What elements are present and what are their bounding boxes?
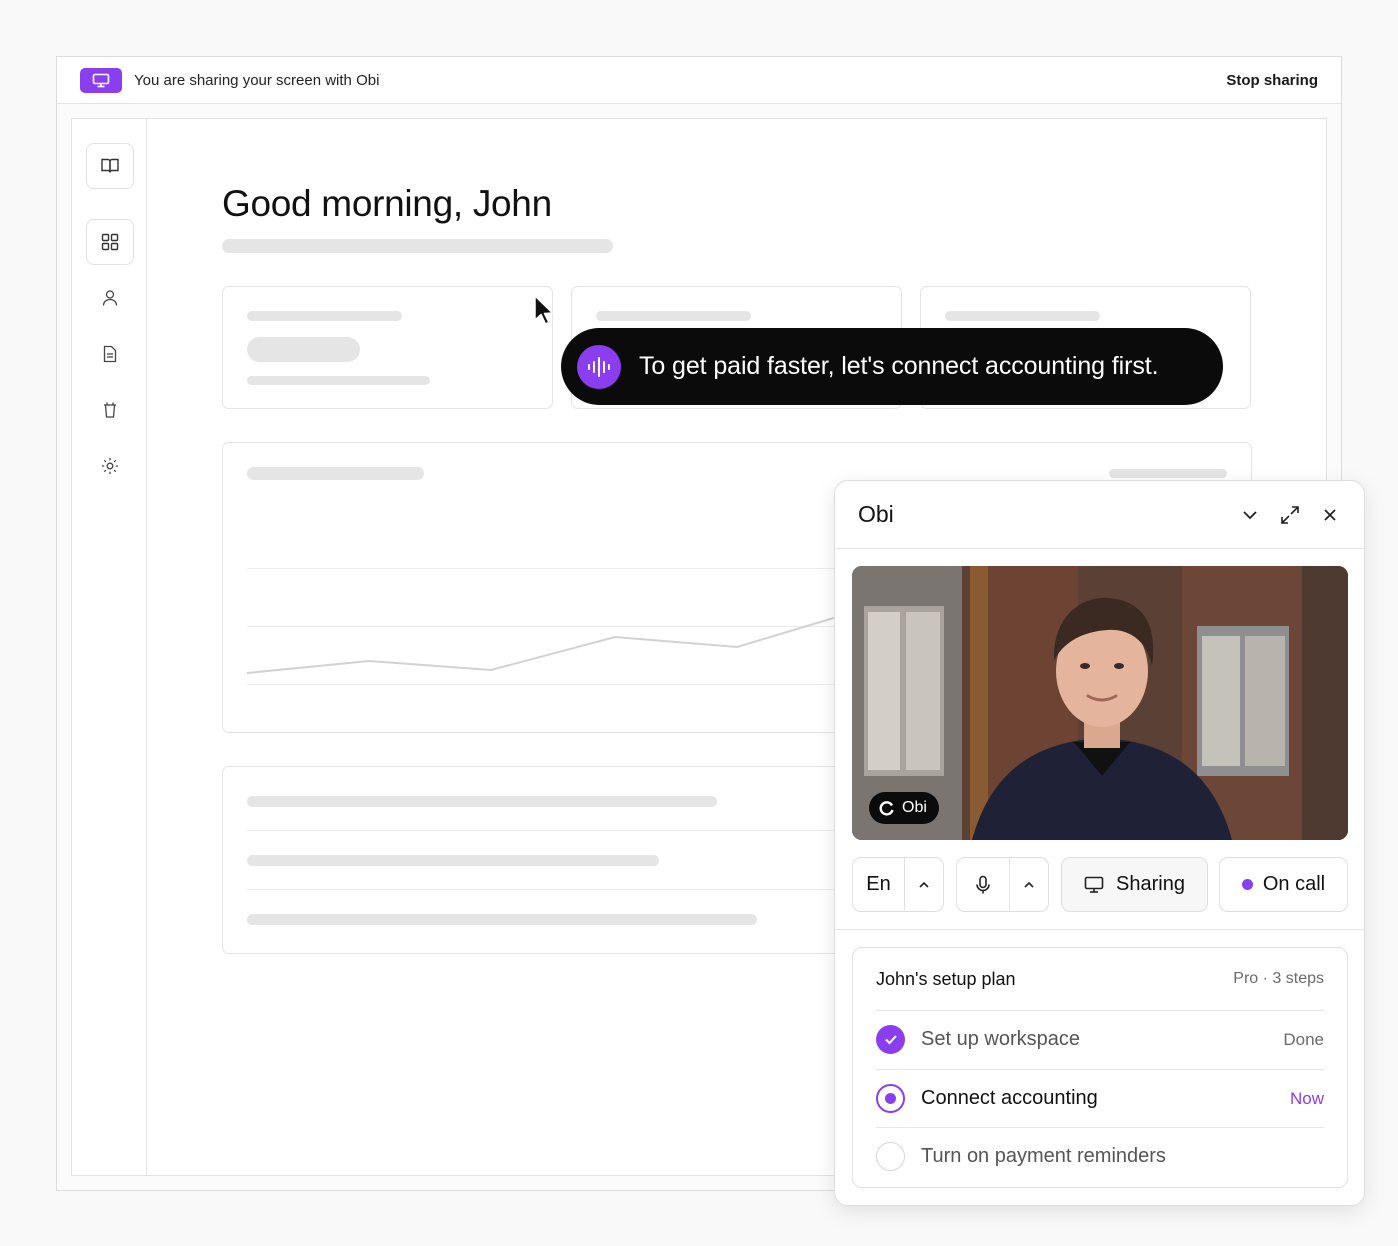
stat-card[interactable]: [222, 286, 553, 409]
card-label-skeleton: [945, 311, 1100, 321]
sidebar-item-contacts[interactable]: [99, 287, 121, 309]
close-icon: [1324, 508, 1336, 521]
document-icon: [103, 345, 117, 363]
panel-title: Obi: [858, 501, 894, 527]
sidebar-item-documents[interactable]: [99, 343, 121, 365]
plan-step[interactable]: Turn on payment reminders: [876, 1127, 1324, 1185]
sidebar-item-book[interactable]: [86, 143, 134, 189]
list-item-skeleton: [247, 855, 659, 866]
expand-button[interactable]: [1279, 504, 1301, 526]
assistant-panel: Obi Obi En Sharing On call John's setup …: [834, 480, 1365, 1206]
chevron-down-icon: [1243, 510, 1257, 519]
list-item-skeleton: [247, 914, 757, 925]
sharing-label: Sharing: [1116, 873, 1185, 895]
step-label: Set up workspace: [921, 1028, 1080, 1050]
video-feed: Obi: [852, 566, 1348, 840]
book-open-icon: [101, 158, 119, 173]
trend-line: [246, 616, 838, 674]
microphone-control: [956, 857, 1049, 912]
microphone-button[interactable]: [957, 858, 1009, 911]
language-options-button[interactable]: [904, 858, 943, 911]
card-label-skeleton: [596, 311, 751, 321]
microphone-icon: [976, 875, 990, 893]
step-label: Turn on payment reminders: [921, 1145, 1166, 1167]
mouse-cursor-icon: [534, 295, 554, 325]
chevron-up-icon: [919, 881, 929, 888]
collapse-button[interactable]: [1239, 504, 1261, 526]
call-status-button[interactable]: On call: [1219, 857, 1348, 912]
sidebar-item-settings[interactable]: [99, 455, 121, 477]
plan-step[interactable]: Connect accounting Now: [876, 1069, 1324, 1127]
sidebar: [72, 119, 147, 1175]
list-divider: [247, 889, 847, 890]
sidebar-item-trash[interactable]: [99, 399, 121, 421]
call-status-label: On call: [1262, 873, 1326, 895]
list-item-skeleton: [247, 796, 717, 807]
list-divider: [247, 830, 847, 831]
radio-current-icon: [876, 1084, 905, 1113]
card-caption-skeleton: [247, 376, 430, 385]
panel-header: Obi: [835, 481, 1364, 549]
caption-text: To get paid faster, let's connect accoun…: [639, 352, 1159, 380]
obi-logo-icon: [879, 801, 894, 816]
video-name-tag: Obi: [869, 792, 939, 824]
plan-meta: Pro · 3 steps: [1233, 970, 1324, 987]
language-control: En: [852, 857, 944, 912]
setup-plan: John's setup plan Pro · 3 steps Set up w…: [852, 947, 1348, 1188]
screen-share-bar: You are sharing your screen with Obi Sto…: [57, 57, 1341, 104]
sharing-button[interactable]: Sharing: [1061, 857, 1208, 912]
live-dot-icon: [1241, 879, 1253, 890]
card-label-skeleton: [247, 311, 402, 321]
chevron-up-icon: [1024, 881, 1034, 888]
user-icon: [102, 290, 118, 306]
chart-legend-skeleton: [1109, 469, 1227, 478]
trash-icon: [104, 402, 116, 418]
plan-step[interactable]: Set up workspace Done: [876, 1010, 1324, 1068]
panel-divider: [835, 929, 1364, 930]
close-button[interactable]: [1319, 504, 1341, 526]
sidebar-item-dashboard[interactable]: [86, 219, 134, 265]
step-status: Now: [1289, 1088, 1324, 1108]
stop-sharing-button[interactable]: Stop sharing: [1226, 72, 1318, 89]
step-label: Connect accounting: [921, 1087, 1098, 1109]
video-tag-label: Obi: [902, 799, 927, 816]
share-message: You are sharing your screen with Obi: [134, 71, 380, 89]
assistant-caption: To get paid faster, let's connect accoun…: [561, 328, 1223, 405]
language-label: En: [866, 873, 891, 895]
radio-empty-icon: [876, 1142, 905, 1171]
grid-icon: [101, 233, 119, 251]
monitor-icon: [80, 67, 122, 93]
gear-icon: [102, 458, 118, 474]
page-title: Good morning, John: [222, 183, 552, 224]
expand-icon: [1281, 505, 1299, 524]
plan-title: John's setup plan: [876, 969, 1016, 989]
audio-wave-icon: [577, 344, 621, 389]
subtitle-skeleton: [222, 239, 613, 253]
monitor-icon: [1084, 876, 1104, 893]
step-status: Done: [1283, 1029, 1324, 1049]
card-value-skeleton: [247, 337, 360, 362]
check-circle-icon: [876, 1025, 905, 1054]
microphone-options-button[interactable]: [1009, 858, 1048, 911]
language-button[interactable]: En: [853, 858, 904, 911]
